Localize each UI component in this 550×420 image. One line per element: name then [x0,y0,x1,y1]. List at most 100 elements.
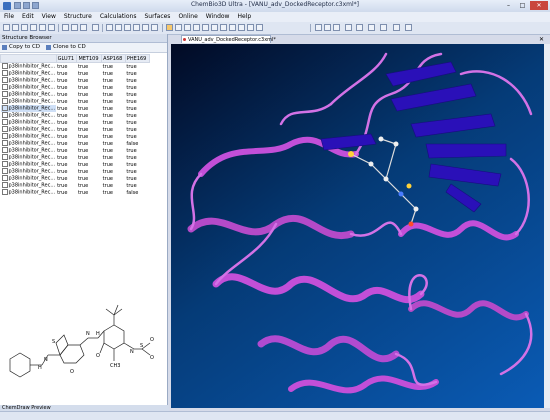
text-tool-icon[interactable] [142,24,149,31]
structure-name-cell[interactable]: p38inhibitor_Rec... [1,112,57,119]
copy-icon[interactable] [39,24,46,31]
table-row[interactable]: p38inhibitor_Rec... true true true true [1,63,150,71]
table-row[interactable]: p38inhibitor_Rec... true true true true [1,112,150,119]
column-header-met109[interactable]: MET109 [76,54,103,63]
menu-surfaces[interactable]: Surfaces [140,12,174,22]
structure-name-cell[interactable]: p38inhibitor_Rec... [0,105,57,112]
display-mode-icon[interactable] [202,24,209,31]
rotate-y-icon[interactable] [324,24,331,31]
table-row[interactable]: p38inhibitor_Rec... true true true true [1,77,150,84]
structure-name-cell[interactable]: p38inhibitor_Rec... [1,91,57,98]
measure-icon[interactable] [356,24,363,31]
structure-name-cell[interactable]: p38inhibitor_Rec... [1,168,57,175]
zoom-tool-icon[interactable] [184,24,191,31]
row-checkbox[interactable] [1,77,8,84]
cartoon-mode-icon[interactable] [220,24,227,31]
row-checkbox[interactable] [1,105,8,112]
lasso-tool-icon[interactable] [115,24,122,31]
move-tool-icon[interactable] [166,24,173,31]
table-row[interactable]: p38inhibitor_Rec... true true true true [1,70,150,77]
structure-name-cell[interactable]: p38inhibitor_Rec... [1,147,57,154]
structure-name-cell[interactable]: p38inhibitor_Rec... [1,126,57,133]
structure-name-cell[interactable]: p38inhibitor_Rec... [1,161,57,168]
rotate-x-icon[interactable] [315,24,322,31]
row-checkbox[interactable] [1,112,8,119]
structure-name-cell[interactable]: p38inhibitor_Rec... [1,154,57,161]
row-checkbox[interactable] [1,168,8,175]
menu-view[interactable]: View [38,12,60,22]
new-document-icon[interactable] [3,24,10,31]
label-icon[interactable] [238,24,245,31]
wedge-icon[interactable] [393,24,400,31]
menu-calculations[interactable]: Calculations [96,12,141,22]
background-color-icon[interactable] [256,24,263,31]
table-row[interactable]: p38inhibitor_Rec... true true true false [1,189,150,196]
table-row[interactable]: p38inhibitor_Rec... true true true true [1,133,150,140]
row-checkbox[interactable] [1,147,8,154]
table-row[interactable]: p38inhibitor_Rec... true true true true [1,91,150,98]
dropdown-arrow-icon[interactable] [380,24,387,31]
column-header-asp168[interactable]: ASP168 [101,54,126,63]
row-checkbox[interactable] [1,161,8,168]
menu-file[interactable]: File [0,12,18,22]
eraser-tool-icon[interactable] [151,24,158,31]
open-folder-icon[interactable] [12,24,19,31]
table-row[interactable]: p38inhibitor_Rec... true true true true [1,98,150,105]
save-icon[interactable] [21,24,28,31]
structure-name-cell[interactable]: p38inhibitor_Rec... [1,140,57,147]
structure-name-cell[interactable]: p38inhibitor_Rec... [1,182,57,189]
table-row[interactable]: p38inhibitor_Rec... true true true true [0,105,150,112]
structure-name-cell[interactable]: p38inhibitor_Rec... [1,119,57,126]
rotate-z-icon[interactable] [333,24,340,31]
stereo-icon[interactable] [229,24,236,31]
structure-name-cell[interactable]: p38inhibitor_Rec... [1,189,57,196]
table-row[interactable]: p38inhibitor_Rec... true true true true [1,84,150,91]
select-tool-icon[interactable] [106,24,113,31]
rotate-tool-icon[interactable] [175,24,182,31]
row-checkbox[interactable] [1,70,8,77]
structure-name-cell[interactable]: p38inhibitor_Rec... [1,133,57,140]
row-checkbox[interactable] [1,84,8,91]
structure-name-cell[interactable]: p38inhibitor_Rec... [1,175,57,182]
row-checkbox[interactable] [1,91,8,98]
table-row[interactable]: p38inhibitor_Rec... true true true true [1,182,150,189]
minimize-button[interactable]: – [502,1,515,10]
row-checkbox[interactable] [1,140,8,147]
column-header-phe169[interactable]: PHE169 [124,54,151,63]
row-checkbox[interactable] [1,126,8,133]
clone-to-cd-button[interactable]: Clone to CD [46,43,86,52]
row-checkbox[interactable] [1,98,8,105]
structure-name-cell[interactable]: p38inhibitor_Rec... [1,77,57,84]
menu-help[interactable]: Help [233,12,255,22]
ribbon-mode-icon[interactable] [211,24,218,31]
table-row[interactable]: p38inhibitor_Rec... true true true true [1,126,150,133]
close-button[interactable]: ✕ [530,1,548,10]
row-checkbox[interactable] [1,182,8,189]
row-checkbox[interactable] [1,119,8,126]
print-icon[interactable] [92,24,99,31]
redo-icon[interactable] [71,24,78,31]
menu-edit[interactable]: Edit [18,12,38,22]
table-row[interactable]: p38inhibitor_Rec... true true true false [1,140,150,147]
structure-name-cell[interactable]: p38inhibitor_Rec... [1,98,57,105]
tab-close-icon[interactable]: ✕ [539,36,544,43]
structure-name-cell[interactable]: p38inhibitor_Rec... [1,70,57,77]
cut-icon[interactable] [30,24,37,31]
structure-name-cell[interactable]: p38inhibitor_Rec... [1,84,57,91]
help-icon[interactable] [80,24,87,31]
column-header-name[interactable] [0,54,57,63]
table-row[interactable]: p38inhibitor_Rec... true true true true [1,168,150,175]
table-row[interactable]: p38inhibitor_Rec... true true true true [1,161,150,168]
structure-name-cell[interactable]: p38inhibitor_Rec... [1,63,57,71]
translate-tool-icon[interactable] [193,24,200,31]
surface-icon[interactable] [368,24,375,31]
menu-structure[interactable]: Structure [60,12,96,22]
atom-tool-icon[interactable] [133,24,140,31]
row-checkbox[interactable] [1,189,8,196]
row-checkbox[interactable] [1,175,8,182]
paste-icon[interactable] [48,24,55,31]
dropdown-arrow-icon[interactable] [405,24,412,31]
copy-to-cd-button[interactable]: Copy to CD [2,43,40,52]
undo-icon[interactable] [62,24,69,31]
trackball-icon[interactable] [345,24,352,31]
